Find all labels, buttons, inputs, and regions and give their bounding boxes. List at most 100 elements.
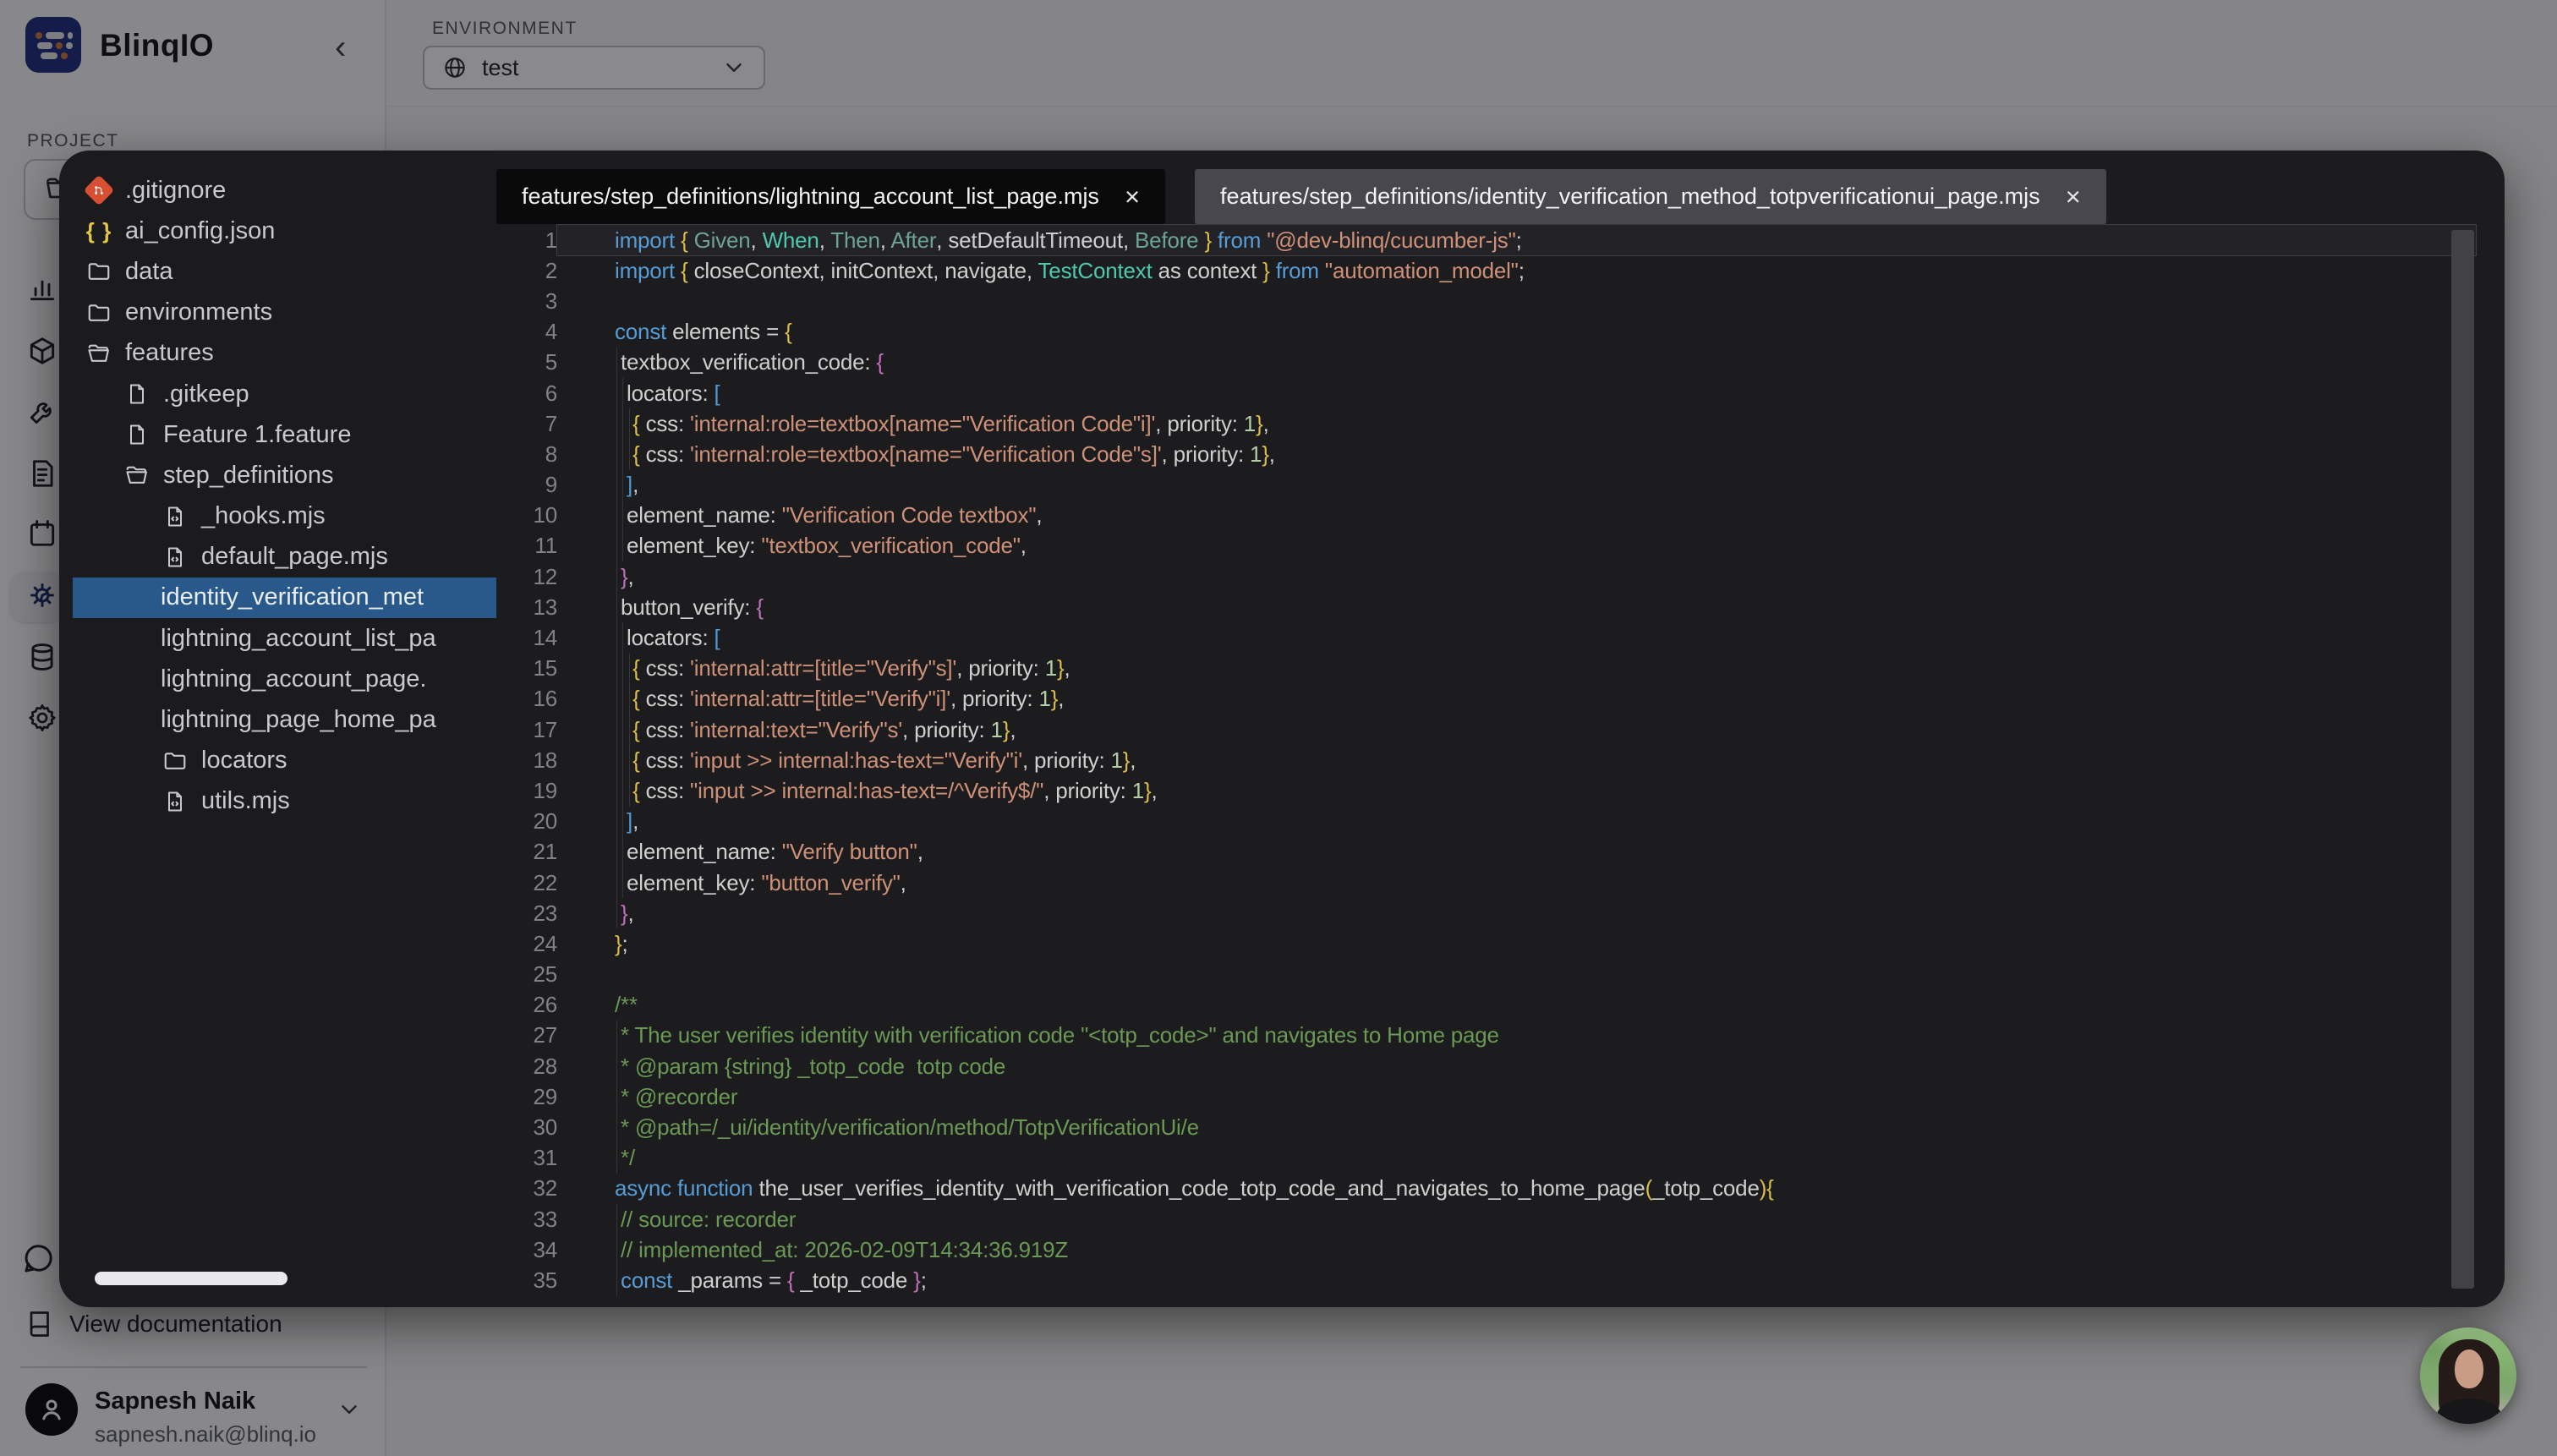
file-tree-item[interactable]: .gitkeep bbox=[73, 374, 496, 414]
code-line[interactable]: 10 element_name: "Verification Code text… bbox=[496, 501, 2505, 531]
code-line[interactable]: 15 { css: 'internal:attr=[title="Verify"… bbox=[496, 654, 2505, 684]
blinqio-logo-icon bbox=[25, 17, 81, 73]
code-line[interactable]: 1import { Given, When, Then, After, setD… bbox=[496, 225, 2505, 255]
code-line[interactable]: 13 button_verify: { bbox=[496, 592, 2505, 622]
code-line[interactable]: 30 * @path=/_ui/identity/verification/me… bbox=[496, 1112, 2505, 1142]
file-tree-item[interactable]: Feature 1.feature bbox=[73, 414, 496, 455]
code-line-text: * @path=/_ui/identity/verification/metho… bbox=[557, 1112, 2476, 1142]
file-icon bbox=[123, 420, 151, 449]
code-line[interactable]: 11 element_key: "textbox_verification_co… bbox=[496, 531, 2505, 561]
tree-horizontal-scrollbar[interactable] bbox=[95, 1272, 287, 1285]
file-tree-item[interactable]: environments bbox=[73, 293, 496, 333]
code-file-icon bbox=[161, 502, 189, 531]
database-icon[interactable] bbox=[20, 635, 64, 679]
file-tree-item[interactable]: features bbox=[73, 333, 496, 374]
code-line[interactable]: 8 { css: 'internal:role=textbox[name="Ve… bbox=[496, 439, 2505, 469]
line-number: 19 bbox=[496, 778, 557, 804]
code-line[interactable]: 21 element_name: "Verify button", bbox=[496, 837, 2505, 868]
code-line[interactable]: 5 textbox_verification_code: { bbox=[496, 348, 2505, 378]
code-file-icon bbox=[161, 543, 189, 572]
code-line[interactable]: 27 * The user verifies identity with ver… bbox=[496, 1021, 2505, 1051]
tools-icon[interactable] bbox=[20, 390, 64, 434]
report-icon[interactable] bbox=[20, 452, 64, 495]
file-tree-item[interactable]: .gitignore bbox=[73, 170, 496, 211]
line-number: 18 bbox=[496, 747, 557, 774]
tab-close-icon[interactable]: × bbox=[1125, 183, 1140, 210]
tab-label: features/step_definitions/identity_verif… bbox=[1220, 183, 2040, 210]
code-line[interactable]: 3 bbox=[496, 286, 2505, 316]
code-line[interactable]: 6 locators: [ bbox=[496, 378, 2505, 408]
code-line[interactable]: 24}; bbox=[496, 928, 2505, 959]
footer-divider bbox=[20, 1366, 367, 1368]
file-tree-item[interactable]: _hooks.mjs bbox=[73, 496, 496, 537]
code-line-text: }, bbox=[557, 898, 2476, 928]
code-line[interactable]: 32async function the_user_verifies_ident… bbox=[496, 1174, 2505, 1204]
code-line-text: locators: [ bbox=[557, 378, 2476, 408]
line-number: 5 bbox=[496, 349, 557, 375]
file-tree-label: lightning_page_home_pa bbox=[161, 706, 436, 734]
line-number: 26 bbox=[496, 992, 557, 1018]
environment-value: test bbox=[482, 55, 519, 81]
line-number: 6 bbox=[496, 380, 557, 407]
code-editor[interactable]: 1import { Given, When, Then, After, setD… bbox=[496, 224, 2505, 1307]
code-line[interactable]: 29 * @recorder bbox=[496, 1081, 2505, 1112]
support-avatar[interactable] bbox=[2420, 1327, 2516, 1424]
code-line[interactable]: 18 { css: 'input >> internal:has-text="V… bbox=[496, 745, 2505, 775]
file-tree-item[interactable]: lightning_page_home_pa bbox=[73, 699, 496, 740]
code-line[interactable]: 12 }, bbox=[496, 561, 2505, 592]
code-line[interactable]: 14 locators: [ bbox=[496, 622, 2505, 653]
calendar-icon[interactable] bbox=[20, 511, 64, 555]
file-tree-label: _hooks.mjs bbox=[201, 502, 326, 530]
file-tree-label: Feature 1.feature bbox=[163, 421, 351, 449]
line-number: 12 bbox=[496, 564, 557, 590]
file-tree-item[interactable]: locators bbox=[73, 741, 496, 781]
user-menu-chevron-icon[interactable] bbox=[337, 1397, 362, 1422]
tab-lightning-account-list-page[interactable]: features/step_definitions/lightning_acco… bbox=[496, 169, 1165, 224]
code-line[interactable]: 34 // implemented_at: 2026-02-09T14:34:3… bbox=[496, 1234, 2505, 1265]
file-tree-item[interactable]: default_page.mjs bbox=[73, 537, 496, 577]
analytics-icon[interactable] bbox=[20, 266, 64, 310]
line-number: 31 bbox=[496, 1145, 557, 1171]
file-tree-item[interactable]: lightning_account_list_pa bbox=[73, 618, 496, 659]
automation-icon[interactable] bbox=[20, 573, 64, 617]
code-line[interactable]: 25 bbox=[496, 960, 2505, 990]
file-tree-item[interactable]: { }ai_config.json bbox=[73, 211, 496, 251]
code-line[interactable]: 16 { css: 'internal:attr=[title="Verify"… bbox=[496, 684, 2505, 714]
tab-close-icon[interactable]: × bbox=[2066, 183, 2081, 210]
sidebar-collapse-icon[interactable]: ‹ bbox=[335, 30, 346, 64]
line-number: 22 bbox=[496, 870, 557, 896]
code-line-text: * The user verifies identity with verifi… bbox=[557, 1021, 2476, 1051]
file-tree-item[interactable]: identity_verification_met bbox=[73, 577, 496, 618]
tab-identity-verification-method-totpverificationui-page[interactable]: features/step_definitions/identity_verif… bbox=[1195, 169, 2106, 224]
user-email: sapnesh.naik@blinq.io bbox=[95, 1421, 316, 1448]
code-line[interactable]: 17 { css: 'internal:text="Verify"s', pri… bbox=[496, 714, 2505, 745]
editor-vertical-scrollbar[interactable] bbox=[2451, 230, 2474, 1289]
code-line[interactable]: 28 * @param {string} _totp_code totp cod… bbox=[496, 1051, 2505, 1081]
folder-icon bbox=[85, 298, 113, 327]
file-tree-item[interactable]: data bbox=[73, 251, 496, 292]
environment-select[interactable]: test bbox=[423, 46, 765, 90]
user-name: Sapnesh Naik bbox=[95, 1388, 255, 1415]
code-line[interactable]: 35 const _params = { _totp_code }; bbox=[496, 1265, 2505, 1295]
file-tree-item[interactable]: lightning_account_page. bbox=[73, 659, 496, 699]
code-line[interactable]: 2import { closeContext, initContext, nav… bbox=[496, 255, 2505, 286]
code-line[interactable]: 26/** bbox=[496, 990, 2505, 1021]
file-tree-label: step_definitions bbox=[163, 462, 334, 490]
code-line[interactable]: 22 element_key: "button_verify", bbox=[496, 868, 2505, 898]
code-line[interactable]: 9 ], bbox=[496, 470, 2505, 501]
code-line[interactable]: 33 // source: recorder bbox=[496, 1204, 2505, 1234]
view-documentation-link[interactable]: View documentation bbox=[24, 1309, 282, 1339]
file-tree-item[interactable]: utils.mjs bbox=[73, 781, 496, 822]
code-line[interactable]: 19 { css: "input >> internal:has-text=/^… bbox=[496, 775, 2505, 806]
line-number: 3 bbox=[496, 288, 557, 315]
code-line[interactable]: 23 }, bbox=[496, 898, 2505, 928]
code-line[interactable]: 20 ], bbox=[496, 807, 2505, 837]
settings-icon[interactable] bbox=[20, 696, 64, 740]
code-line[interactable]: 31 */ bbox=[496, 1143, 2505, 1174]
code-line-text: /** bbox=[557, 990, 2476, 1021]
line-number: 15 bbox=[496, 655, 557, 681]
code-line[interactable]: 7 { css: 'internal:role=textbox[name="Ve… bbox=[496, 408, 2505, 439]
package-icon[interactable] bbox=[20, 329, 64, 373]
file-tree-item[interactable]: step_definitions bbox=[73, 455, 496, 495]
code-line[interactable]: 4const elements = { bbox=[496, 317, 2505, 348]
